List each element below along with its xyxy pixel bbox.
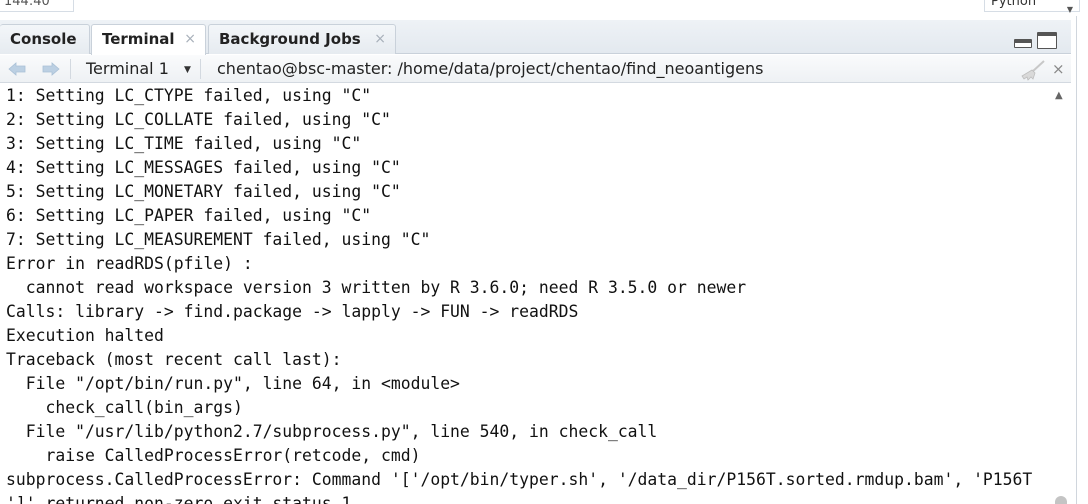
language-label: Python	[991, 0, 1037, 9]
terminal-scrollbar[interactable]: ▲	[1052, 84, 1071, 504]
close-tab-icon[interactable]: ×	[184, 25, 196, 53]
terminal-line: File "/usr/lib/python2.7/subprocess.py",…	[6, 422, 658, 441]
tab-background-jobs[interactable]: Background Jobs ×	[208, 24, 396, 54]
terminal-path: chentao@bsc-master: /home/data/project/c…	[217, 59, 764, 78]
close-icon[interactable]: ×	[1052, 59, 1065, 79]
rstudio-terminal-window: 144:40 Python ▼ Console Terminal × Backg…	[0, 0, 1088, 504]
terminal-line: 7: Setting LC_MEASUREMENT failed, using …	[6, 230, 431, 249]
terminal-line: Execution halted	[6, 326, 164, 345]
terminal-line: 3: Setting LC_TIME failed, using "C"	[6, 134, 362, 153]
tab-console[interactable]: Console	[0, 24, 90, 54]
terminal-line: 1: Setting LC_CTYPE failed, using "C"	[6, 86, 372, 105]
chevron-down-icon: ▼	[1066, 5, 1073, 14]
terminal-line: 4: Setting LC_MESSAGES failed, using "C"	[6, 158, 401, 177]
tab-console-label: Console	[10, 30, 77, 48]
maximize-icon[interactable]	[1037, 32, 1057, 49]
terminal-line: Calls: library -> find.package -> lapply…	[6, 302, 579, 321]
toolbar-divider	[200, 59, 201, 79]
broom-icon[interactable]	[1018, 59, 1046, 81]
chevron-down-icon: ▼	[183, 64, 191, 75]
terminal-selector-label: Terminal 1	[86, 59, 169, 78]
terminal-line: subprocess.CalledProcessError: Command '…	[6, 470, 1033, 489]
terminal-line: 6: Setting LC_PAPER failed, using "C"	[6, 206, 372, 225]
terminal-line: Traceback (most recent call last):	[6, 350, 342, 369]
pane-splitter[interactable]	[1076, 16, 1088, 504]
terminal-line: 2: Setting LC_COLLATE failed, using "C"	[6, 110, 391, 129]
tab-background-jobs-label: Background Jobs	[219, 30, 361, 48]
toolbar-divider	[70, 59, 71, 79]
terminal-line: ']' returned non-zero exit status 1	[6, 494, 352, 504]
scroll-up-icon[interactable]: ▲	[1055, 90, 1063, 101]
tab-terminal-label: Terminal	[102, 30, 175, 48]
terminal-line: Error in readRDS(pfile) :	[6, 254, 253, 273]
pane-window-controls	[1010, 32, 1060, 50]
terminal-line: check_call(bin_args)	[6, 398, 243, 417]
language-selector[interactable]: Python ▼	[984, 0, 1080, 14]
arrow-left-icon[interactable]	[8, 62, 26, 76]
pane-tab-bar: Console Terminal × Background Jobs ×	[0, 20, 1071, 55]
cursor-position: 144:40	[0, 0, 74, 12]
terminal-line: File "/opt/bin/run.py", line 64, in <mod…	[6, 374, 460, 393]
terminal-toolbar: Terminal 1 ▼ chentao@bsc-master: /home/d…	[0, 55, 1071, 83]
tab-terminal[interactable]: Terminal ×	[91, 24, 206, 55]
terminal-line: 5: Setting LC_MONETARY failed, using "C"	[6, 182, 401, 201]
arrow-right-icon[interactable]	[42, 62, 60, 76]
scrollbar-thumb[interactable]	[1055, 496, 1067, 504]
terminal-line: raise CalledProcessError(retcode, cmd)	[6, 446, 421, 465]
terminal-line: cannot read workspace version 3 written …	[6, 278, 747, 297]
minimize-icon[interactable]	[1014, 39, 1032, 48]
close-tab-icon[interactable]: ×	[374, 25, 386, 53]
terminal-pane: Console Terminal × Background Jobs × Ter…	[0, 20, 1071, 504]
editor-status-strip: 144:40 Python ▼	[0, 0, 1088, 16]
terminal-selector-dropdown[interactable]: Terminal 1 ▼	[86, 55, 191, 83]
terminal-output[interactable]: 1: Setting LC_CTYPE failed, using "C" 2:…	[0, 84, 1052, 504]
